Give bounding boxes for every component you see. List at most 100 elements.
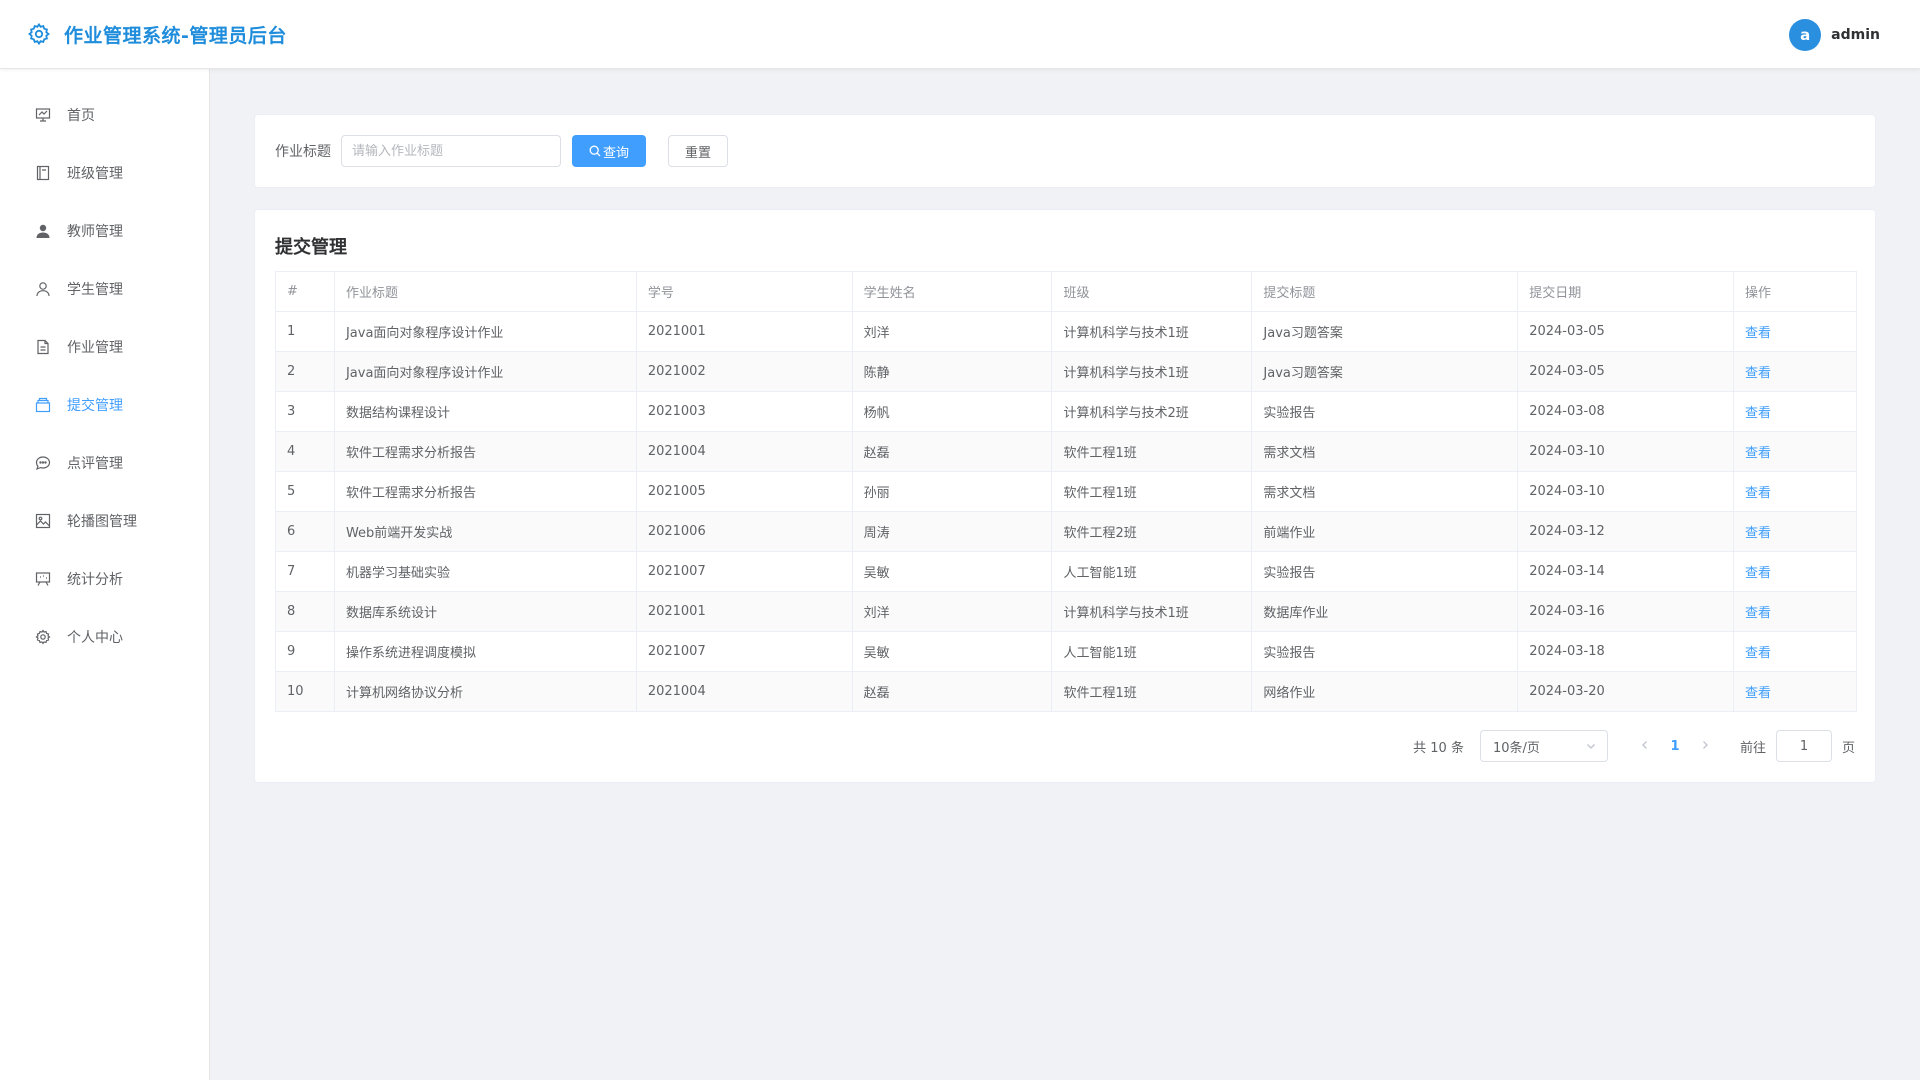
sidebar-item-teachers[interactable]: 教师管理 <box>0 202 209 260</box>
view-link[interactable]: 查看 <box>1745 486 1771 501</box>
goto-page-input[interactable] <box>1775 730 1832 762</box>
cell-class: 计算机科学与技术1班 <box>1051 591 1253 632</box>
sidebar-item-home[interactable]: 首页 <box>0 86 209 144</box>
cell-index: 5 <box>275 471 335 512</box>
sidebar-item-statistics[interactable]: 统计分析 <box>0 550 209 608</box>
sidebar-item-label: 轮播图管理 <box>67 514 137 530</box>
sidebar-item-classes[interactable]: 班级管理 <box>0 144 209 202</box>
cell-student-name: 吴敏 <box>851 631 1053 672</box>
column-header: 提交日期 <box>1517 271 1735 312</box>
sidebar-item-label: 教师管理 <box>67 224 123 240</box>
query-button[interactable]: 查询 <box>572 135 646 167</box>
view-link[interactable]: 查看 <box>1745 406 1771 421</box>
cell-action: 查看 <box>1733 631 1857 672</box>
homework-title-input[interactable] <box>341 135 561 167</box>
cell-class: 人工智能1班 <box>1051 631 1253 672</box>
cell-index: 6 <box>275 511 335 552</box>
sidebar-item-homework[interactable]: 作业管理 <box>0 318 209 376</box>
cell-student-name: 孙丽 <box>851 471 1053 512</box>
reset-button[interactable]: 重置 <box>668 135 728 167</box>
column-header: # <box>275 271 335 312</box>
cell-class: 人工智能1班 <box>1051 551 1253 592</box>
table-row: 2 Java面向对象程序设计作业 2021002 陈静 计算机科学与技术1班 J… <box>275 351 1857 392</box>
table-row: 7 机器学习基础实验 2021007 吴敏 人工智能1班 实验报告 2024-0… <box>275 551 1857 592</box>
cell-homework-title: 数据结构课程设计 <box>333 391 637 432</box>
avatar[interactable]: a <box>1789 18 1822 51</box>
sidebar-item-submissions[interactable]: 提交管理 <box>0 376 209 434</box>
cell-submit-date: 2024-03-10 <box>1517 431 1735 472</box>
sidebar-item-label: 班级管理 <box>67 166 123 182</box>
view-link[interactable]: 查看 <box>1745 326 1771 341</box>
cell-action: 查看 <box>1733 431 1857 472</box>
table-row: 4 软件工程需求分析报告 2021004 赵磊 软件工程1班 需求文档 2024… <box>275 431 1857 472</box>
chat-icon <box>35 455 51 471</box>
picture-icon <box>35 513 51 529</box>
table-row: 3 数据结构课程设计 2021003 杨帆 计算机科学与技术2班 实验报告 20… <box>275 391 1857 432</box>
sidebar-item-label: 首页 <box>67 108 95 124</box>
cell-action: 查看 <box>1733 671 1857 712</box>
cell-submit-date: 2024-03-08 <box>1517 391 1735 432</box>
sidebar: 首页 班级管理 教师管理 学生管理 作业管理 提交管理 点评管理 轮播图管理 统… <box>0 69 210 1080</box>
total-count: 共 10 条 <box>1413 740 1464 756</box>
table-header-row: # 作业标题 学号 学生姓名 班级 提交标题 提交日期 操作 <box>275 271 1857 312</box>
cell-submit-date: 2024-03-12 <box>1517 511 1735 552</box>
cell-submit-date: 2024-03-05 <box>1517 351 1735 392</box>
box-icon <box>35 397 51 413</box>
cell-submission-title: 前端作业 <box>1251 511 1519 552</box>
cell-homework-title: Web前端开发实战 <box>333 511 637 552</box>
cell-submit-date: 2024-03-14 <box>1517 551 1735 592</box>
cell-homework-title: 软件工程需求分析报告 <box>333 471 637 512</box>
cell-class: 软件工程1班 <box>1051 671 1253 712</box>
column-header: 操作 <box>1733 271 1857 312</box>
cell-student-name: 杨帆 <box>851 391 1053 432</box>
sidebar-item-label: 学生管理 <box>67 282 123 298</box>
user-icon <box>35 281 51 297</box>
presentation-icon <box>35 107 51 123</box>
page-unit-label: 页 <box>1841 740 1855 756</box>
top-header: 作业管理系统-管理员后台 a admin <box>0 0 1920 69</box>
search-label: 作业标题 <box>275 144 331 160</box>
submission-table: # 作业标题 学号 学生姓名 班级 提交标题 提交日期 操作 1 Java面向对… <box>275 271 1857 712</box>
cell-index: 3 <box>275 391 335 432</box>
column-header: 提交标题 <box>1251 271 1519 312</box>
sidebar-item-reviews[interactable]: 点评管理 <box>0 434 209 492</box>
username[interactable]: admin <box>1831 27 1880 43</box>
cell-submit-date: 2024-03-10 <box>1517 471 1735 512</box>
page-number-current[interactable]: 1 <box>1658 739 1692 754</box>
cell-homework-title: 计算机网络协议分析 <box>333 671 637 712</box>
cell-homework-title: 软件工程需求分析报告 <box>333 431 637 472</box>
cell-class: 计算机科学与技术2班 <box>1051 391 1253 432</box>
view-link[interactable]: 查看 <box>1745 606 1771 621</box>
view-link[interactable]: 查看 <box>1745 526 1771 541</box>
prev-page-button[interactable] <box>1632 738 1658 754</box>
view-link[interactable]: 查看 <box>1745 566 1771 581</box>
sidebar-item-profile[interactable]: 个人中心 <box>0 608 209 666</box>
page-title: 提交管理 <box>275 237 347 258</box>
document-icon <box>35 339 51 355</box>
cell-submit-date: 2024-03-05 <box>1517 311 1735 352</box>
sidebar-item-carousel[interactable]: 轮播图管理 <box>0 492 209 550</box>
user-menu[interactable]: a admin <box>1789 0 1880 69</box>
view-link[interactable]: 查看 <box>1745 646 1771 661</box>
page-size-select[interactable]: 10条/页 <box>1479 730 1608 762</box>
next-page-button[interactable] <box>1692 738 1718 754</box>
view-link[interactable]: 查看 <box>1745 446 1771 461</box>
notebook-icon <box>35 165 51 181</box>
chevron-left-icon <box>1642 741 1647 749</box>
cell-student-id: 2021005 <box>635 471 853 512</box>
view-link[interactable]: 查看 <box>1745 686 1771 701</box>
data-board-icon <box>35 571 51 587</box>
cell-class: 软件工程1班 <box>1051 431 1253 472</box>
cell-student-id: 2021004 <box>635 671 853 712</box>
cell-submission-title: 网络作业 <box>1251 671 1519 712</box>
cell-index: 2 <box>275 351 335 392</box>
table-row: 9 操作系统进程调度模拟 2021007 吴敏 人工智能1班 实验报告 2024… <box>275 631 1857 672</box>
cell-submit-date: 2024-03-20 <box>1517 671 1735 712</box>
sidebar-item-students[interactable]: 学生管理 <box>0 260 209 318</box>
view-link[interactable]: 查看 <box>1745 366 1771 381</box>
cell-submission-title: 数据库作业 <box>1251 591 1519 632</box>
table-row: 1 Java面向对象程序设计作业 2021001 刘洋 计算机科学与技术1班 J… <box>275 311 1857 352</box>
cell-student-name: 周涛 <box>851 511 1053 552</box>
column-header: 班级 <box>1051 271 1253 312</box>
cell-student-id: 2021002 <box>635 351 853 392</box>
